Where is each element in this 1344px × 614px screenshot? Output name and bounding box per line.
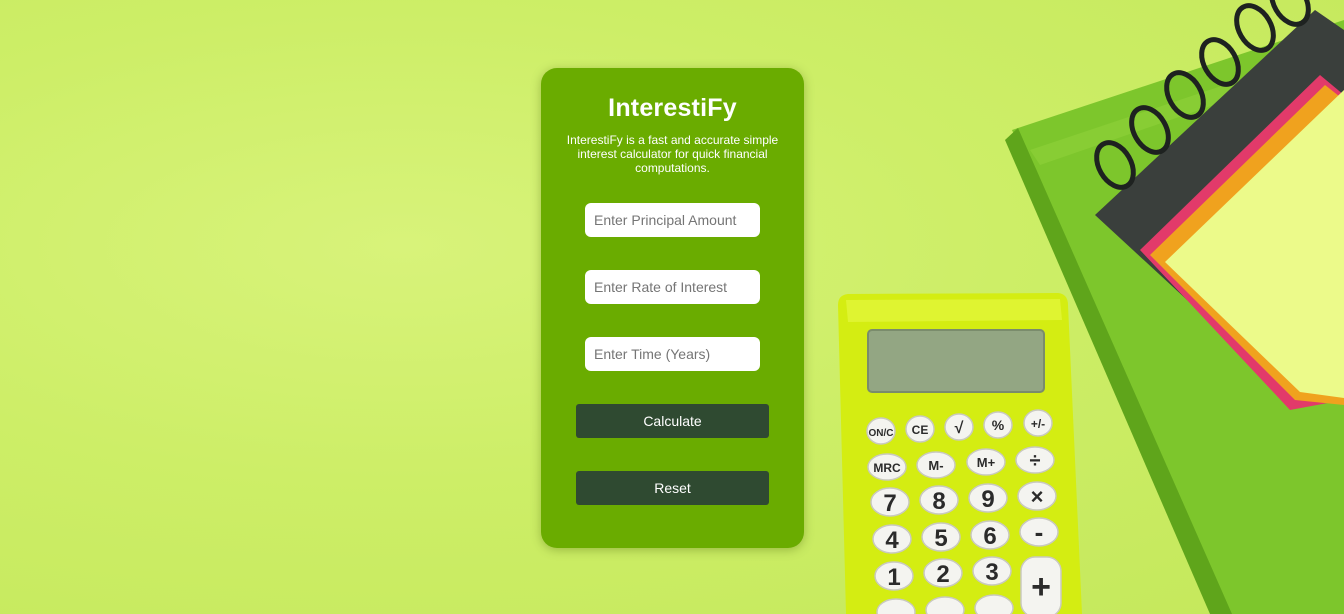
time-years-input[interactable]	[585, 337, 760, 371]
svg-text:5: 5	[934, 525, 947, 552]
svg-text:+/-: +/-	[1031, 417, 1045, 431]
reset-button[interactable]: Reset	[576, 471, 769, 505]
rate-of-interest-input[interactable]	[585, 270, 760, 304]
svg-text:×: ×	[1031, 484, 1044, 509]
svg-text:ON/C: ON/C	[869, 428, 894, 439]
interest-calculator-card: InterestiFy InterestiFy is a fast and ac…	[541, 68, 804, 548]
svg-text:6: 6	[983, 523, 996, 550]
svg-text:2: 2	[936, 561, 949, 588]
svg-text:%: %	[992, 417, 1005, 433]
app-description: InterestiFy is a fast and accurate simpl…	[566, 133, 779, 175]
svg-text:8: 8	[932, 488, 945, 515]
svg-text:÷: ÷	[1030, 450, 1041, 472]
svg-text:9: 9	[981, 486, 994, 513]
principal-amount-input[interactable]	[585, 203, 760, 237]
svg-text:1: 1	[887, 564, 900, 591]
calculator-image: ON/C CE √ % +/- MRC M- M+ ÷ 7 8 9 × 4 5 …	[838, 293, 1082, 614]
svg-text:7: 7	[883, 490, 896, 517]
app-title: InterestiFy	[608, 94, 737, 122]
svg-text:3: 3	[985, 559, 998, 586]
svg-text:MRC: MRC	[873, 461, 901, 475]
svg-text:4: 4	[885, 527, 899, 554]
svg-text:M-: M-	[928, 458, 943, 473]
svg-text:√: √	[955, 420, 964, 437]
calculate-button[interactable]: Calculate	[576, 404, 769, 438]
svg-text:+: +	[1031, 568, 1051, 606]
svg-text:-: -	[1035, 517, 1044, 547]
svg-text:CE: CE	[912, 423, 929, 437]
svg-text:M+: M+	[977, 455, 996, 470]
